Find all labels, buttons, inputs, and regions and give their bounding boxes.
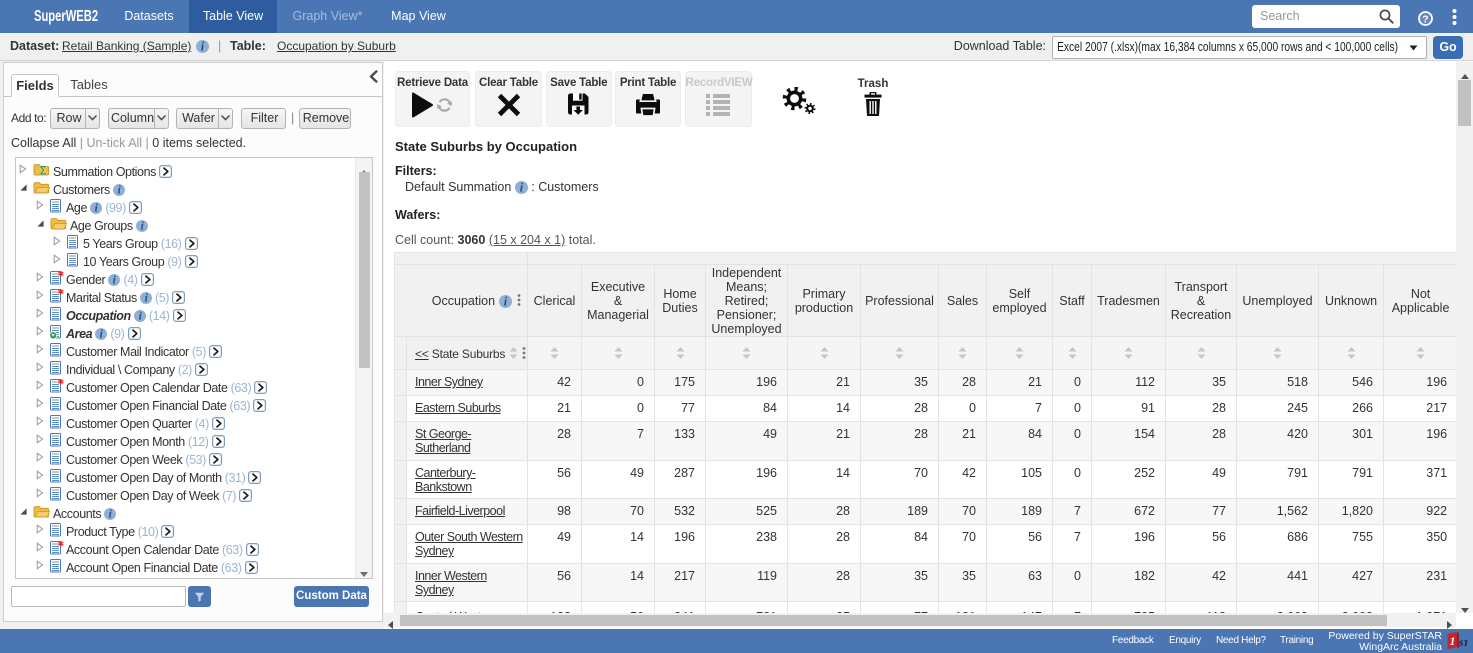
svg-text:?: ? [1422, 13, 1428, 25]
svg-text:i: i [520, 181, 524, 194]
svg-text:Σ: Σ [40, 165, 47, 176]
svg-text:1: 1 [1450, 636, 1456, 648]
svg-text:i: i [503, 295, 507, 308]
svg-text:i: i [201, 40, 205, 53]
svg-text:ST: ST [1459, 638, 1468, 648]
